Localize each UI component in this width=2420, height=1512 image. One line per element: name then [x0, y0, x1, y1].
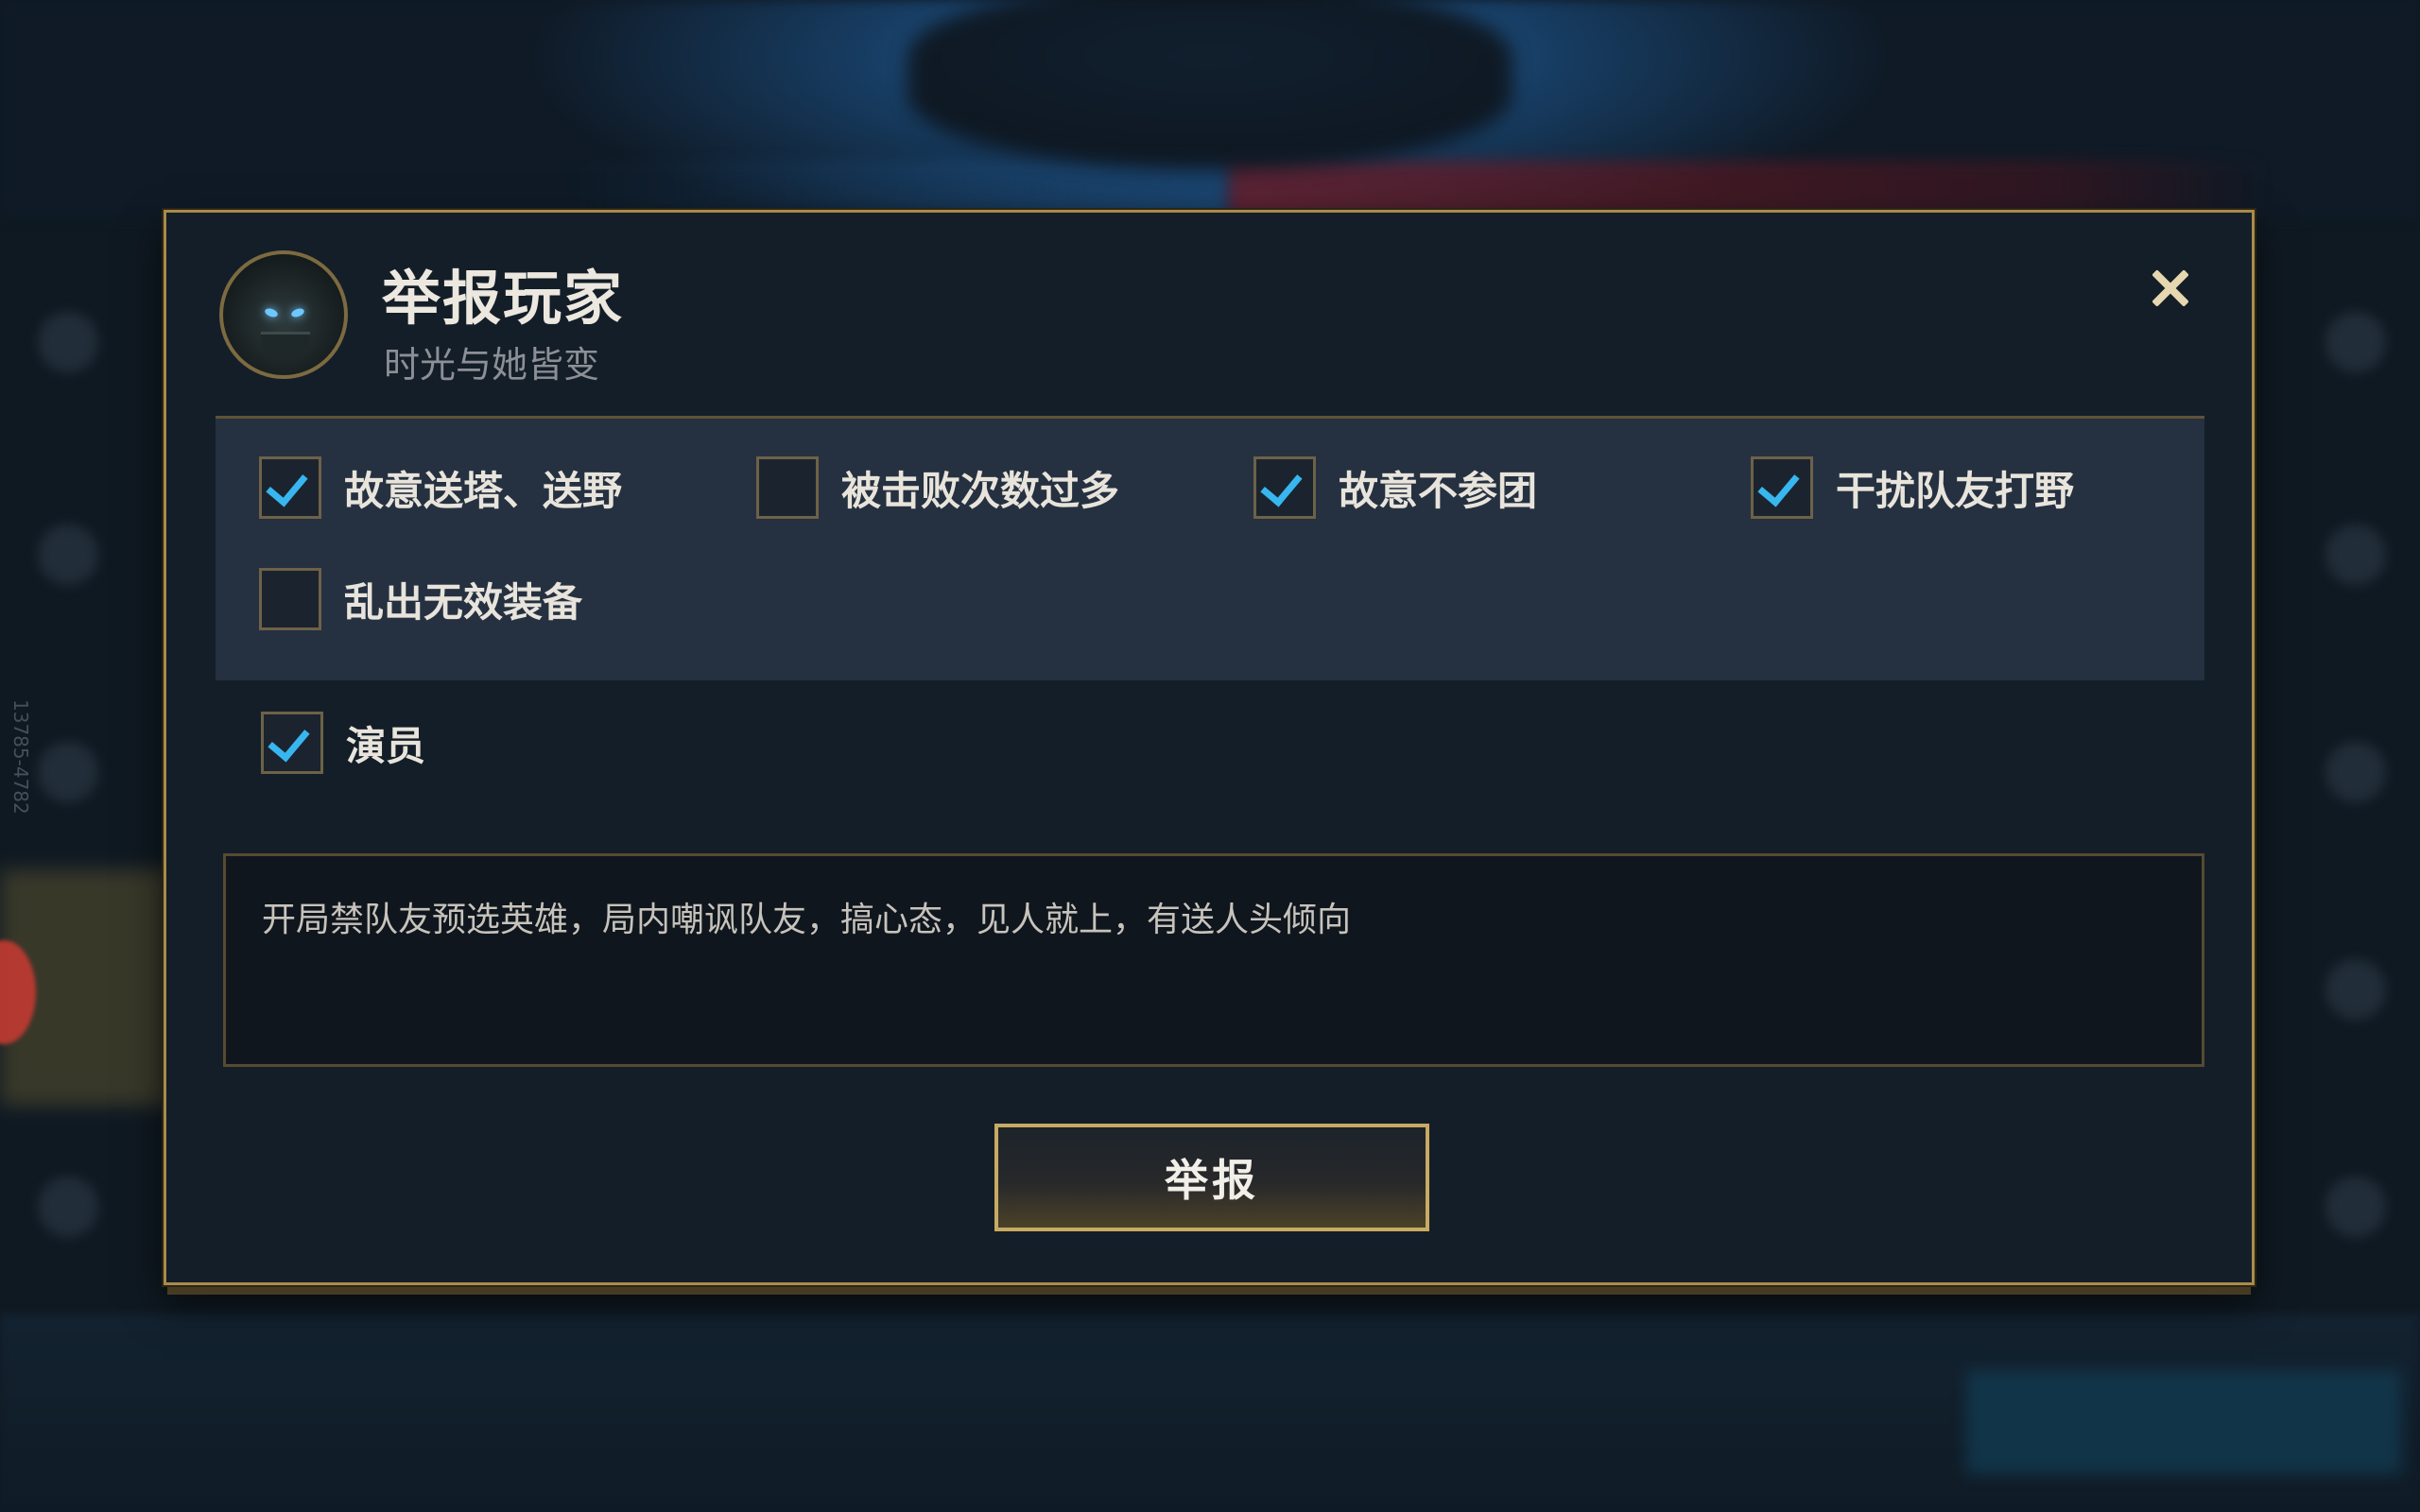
report-option-label: 故意不参团 — [1339, 467, 1538, 514]
report-option-not-teamfighting[interactable]: 故意不参团 — [1253, 455, 1537, 521]
background-result-badge — [908, 0, 1512, 170]
close-icon[interactable] — [2142, 260, 2199, 317]
avatar-eye — [290, 306, 305, 319]
checkbox-icon[interactable] — [756, 456, 819, 519]
report-option-label: 乱出无效装备 — [344, 578, 583, 626]
report-categories-panel: 故意送塔、送野 被击败次数过多 故意不参团 干扰队友打野 乱出无效装备 — [216, 416, 2204, 680]
avatar-eye — [264, 306, 279, 319]
background-icon — [38, 312, 98, 372]
report-option-actor[interactable]: 演员 — [261, 710, 425, 776]
background-icon — [2325, 312, 2386, 372]
report-description-input[interactable]: 开局禁队友预选英雄，局内嘲讽队友，搞心态，见人就上，有送人头倾向 — [223, 853, 2204, 1067]
checkbox-icon[interactable] — [1253, 456, 1316, 519]
background-icon — [2325, 1177, 2386, 1237]
player-avatar — [219, 250, 348, 379]
avatar-jaw — [261, 332, 310, 358]
report-option-label: 演员 — [346, 722, 426, 769]
report-option-feeding[interactable]: 故意送塔、送野 — [259, 455, 622, 521]
background-icon — [38, 524, 98, 585]
background-icon — [2325, 524, 2386, 585]
report-option-label: 故意送塔、送野 — [344, 467, 623, 514]
checkbox-icon[interactable] — [261, 712, 323, 774]
side-id-text: 13785-4782 — [9, 699, 32, 815]
report-option-jungle-interference[interactable]: 干扰队友打野 — [1751, 455, 2074, 521]
report-player-dialog: 举报玩家 时光与她皆变 故意送塔、送野 被击败次数过多 故意不参团 干扰队友打野… — [164, 210, 2255, 1285]
background-bottom-button — [1966, 1370, 2401, 1474]
report-option-useless-items[interactable]: 乱出无效装备 — [259, 566, 582, 632]
report-option-too-many-deaths[interactable]: 被击败次数过多 — [756, 455, 1119, 521]
report-option-label: 干扰队友打野 — [1836, 467, 2075, 514]
reported-player-name: 时光与她皆变 — [384, 344, 600, 386]
background-icon — [38, 742, 98, 802]
background-icon — [2325, 742, 2386, 802]
report-option-label: 被击败次数过多 — [841, 467, 1120, 514]
checkbox-icon[interactable] — [259, 456, 321, 519]
checkbox-icon[interactable] — [259, 568, 321, 630]
background-red-team-bar — [1229, 161, 2269, 217]
background-icon — [2325, 959, 2386, 1020]
submit-report-button[interactable]: 举报 — [994, 1124, 1429, 1231]
background-blue-team-bar — [567, 161, 1229, 217]
dialog-title: 举报玩家 — [382, 264, 625, 333]
background-icon — [38, 1177, 98, 1237]
checkbox-icon[interactable] — [1751, 456, 1813, 519]
